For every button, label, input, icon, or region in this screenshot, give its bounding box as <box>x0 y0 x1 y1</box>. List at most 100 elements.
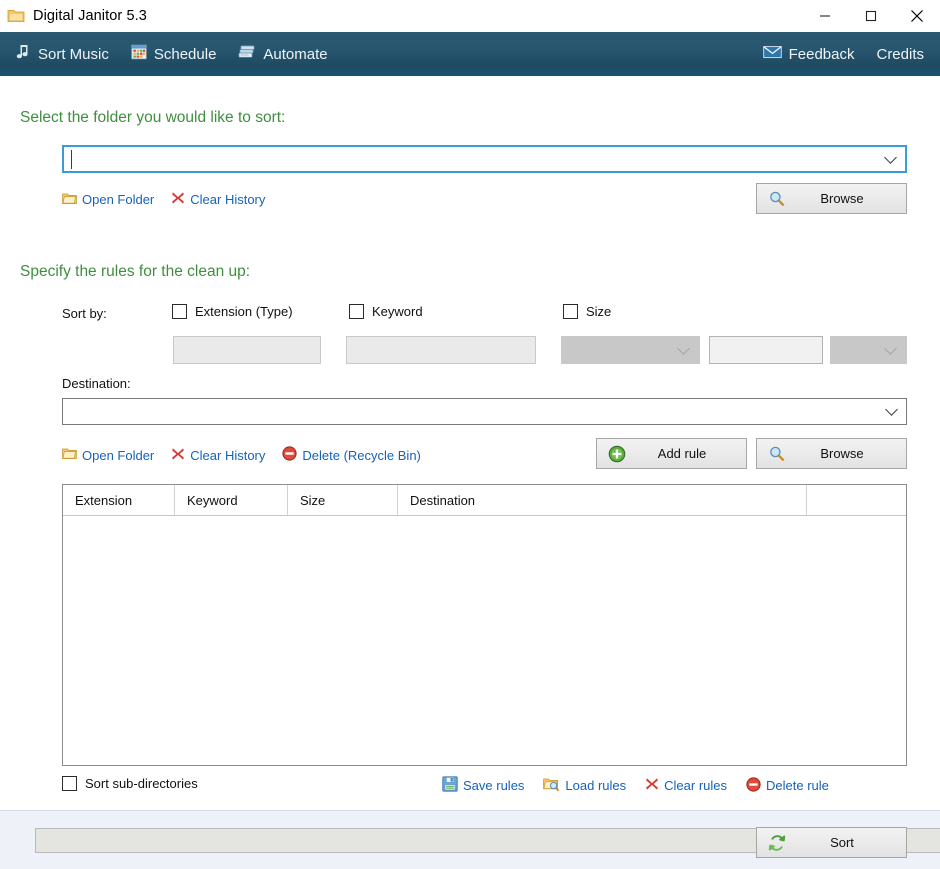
clear-history-link-source[interactable]: Clear History <box>171 191 265 208</box>
add-rule-button-label: Add rule <box>657 446 707 461</box>
link-label: Load rules <box>565 778 627 793</box>
checkbox-label: Extension (Type) <box>195 304 293 319</box>
delete-rule-link[interactable]: Delete rule <box>746 776 829 795</box>
rules-table-header: Extension Keyword Size Destination <box>63 485 906 516</box>
envelope-icon <box>762 45 782 63</box>
delete-recycle-bin-link[interactable]: Delete (Recycle Bin) <box>282 446 421 464</box>
red-x-icon <box>171 447 185 464</box>
floppy-disk-icon <box>442 776 458 795</box>
sort-button-label: Sort <box>830 835 854 850</box>
menu-left-group: Sort Music Schedule Automate <box>16 44 328 64</box>
menu-item-sort-music[interactable]: Sort Music <box>16 44 109 64</box>
folder-section-heading: Select the folder you would like to sort… <box>20 109 286 126</box>
open-folder-link-destination[interactable]: Open Folder <box>62 447 154 463</box>
menu-item-label: Sort Music <box>38 45 109 63</box>
clear-rules-link[interactable]: Clear rules <box>645 777 727 794</box>
menu-item-label: Feedback <box>788 45 855 63</box>
checkbox-label: Keyword <box>372 304 423 319</box>
chevron-down-icon[interactable] <box>885 403 898 418</box>
clear-history-link-destination[interactable]: Clear History <box>171 447 265 464</box>
menu-item-label: Automate <box>263 45 328 63</box>
link-label: Clear History <box>190 192 266 207</box>
column-header-destination[interactable]: Destination <box>398 485 807 515</box>
window-title: Digital Janitor 5.3 <box>33 8 147 24</box>
link-label: Clear rules <box>664 778 727 793</box>
close-button[interactable] <box>894 0 940 32</box>
music-note-icon <box>16 44 31 64</box>
checkbox-box[interactable] <box>563 304 578 319</box>
minimize-button[interactable] <box>802 0 848 32</box>
rules-section-heading: Specify the rules for the clean up: <box>20 263 251 280</box>
calendar-icon <box>131 44 147 64</box>
add-rule-button[interactable]: Add rule <box>596 438 747 469</box>
menu-item-automate[interactable]: Automate <box>238 44 328 64</box>
link-label: Delete rule <box>766 778 829 793</box>
size-value-input[interactable] <box>709 336 823 364</box>
destination-combobox[interactable] <box>62 398 907 425</box>
text-cursor <box>71 149 72 169</box>
magnifier-icon <box>768 445 786 463</box>
link-label: Open Folder <box>82 447 155 463</box>
red-minus-circle-icon <box>282 446 297 464</box>
load-rules-link[interactable]: Load rules <box>543 777 626 795</box>
open-folder-link-source[interactable]: Open Folder <box>62 192 154 208</box>
checkbox-size[interactable]: Size <box>563 304 611 319</box>
magnifier-icon <box>768 190 786 208</box>
maximize-button[interactable] <box>848 0 894 32</box>
column-header-extra[interactable] <box>807 485 906 515</box>
red-x-icon <box>645 777 659 794</box>
column-header-size[interactable]: Size <box>288 485 398 515</box>
window-controls <box>802 0 940 32</box>
checkbox-label: Sort sub-directories <box>85 776 198 791</box>
main-content: Select the folder you would like to sort… <box>0 76 940 810</box>
checkbox-keyword[interactable]: Keyword <box>349 304 423 319</box>
checkbox-box[interactable] <box>172 304 187 319</box>
application-window: Digital Janitor 5.3 Sort Music Schedule … <box>0 0 940 869</box>
red-x-icon <box>171 191 185 208</box>
column-header-extension[interactable]: Extension <box>63 485 175 515</box>
rules-toolbar-links: Save rules Load rules Clear rules Delete… <box>442 776 829 795</box>
folder-icon <box>7 8 25 24</box>
browse-source-button-label: Browse <box>820 191 864 206</box>
browse-destination-button-label: Browse <box>820 446 864 461</box>
sort-by-label: Sort by: <box>62 306 107 321</box>
green-plus-circle-icon <box>608 445 626 463</box>
sort-button[interactable]: Sort <box>756 827 907 858</box>
size-unit-select[interactable] <box>830 336 907 364</box>
link-label: Save rules <box>463 778 525 793</box>
chevron-down-icon <box>884 341 897 357</box>
checkbox-box[interactable] <box>349 304 364 319</box>
checkbox-extension[interactable]: Extension (Type) <box>172 304 293 319</box>
link-label: Clear History <box>190 447 266 463</box>
folder-search-icon <box>543 777 560 795</box>
open-folder-icon <box>62 192 77 208</box>
keyword-input[interactable] <box>346 336 536 364</box>
destination-label: Destination: <box>62 376 131 391</box>
folder-combobox[interactable] <box>62 145 907 173</box>
title-bar: Digital Janitor 5.3 <box>0 0 940 32</box>
checkbox-box[interactable] <box>62 776 77 791</box>
status-bar: Sort <box>0 810 940 869</box>
open-folder-icon <box>62 447 77 463</box>
rules-table-body[interactable] <box>63 516 906 765</box>
menu-item-feedback[interactable]: Feedback <box>762 45 855 63</box>
column-header-keyword[interactable]: Keyword <box>175 485 288 515</box>
browse-source-button[interactable]: Browse <box>756 183 907 214</box>
checkbox-sort-subdirectories[interactable]: Sort sub-directories <box>62 776 198 791</box>
extension-input[interactable] <box>173 336 321 364</box>
browse-destination-button[interactable]: Browse <box>756 438 907 469</box>
layers-icon <box>238 44 256 64</box>
menu-item-schedule[interactable]: Schedule <box>131 44 217 64</box>
menu-item-label: Schedule <box>153 45 217 63</box>
chevron-down-icon[interactable] <box>884 150 897 166</box>
menu-right-group: Feedback Credits <box>762 45 924 63</box>
menu-item-label: Credits <box>876 45 924 63</box>
chevron-down-icon <box>677 341 690 357</box>
save-rules-link[interactable]: Save rules <box>442 776 524 795</box>
menu-item-credits[interactable]: Credits <box>876 46 924 63</box>
destination-links: Open Folder Clear History Delete (Recycl… <box>62 446 421 464</box>
red-minus-circle-icon <box>746 776 761 795</box>
size-operator-select[interactable] <box>561 336 700 364</box>
checkbox-label: Size <box>586 304 612 319</box>
menu-bar: Sort Music Schedule Automate Feedback Cr… <box>0 32 940 76</box>
